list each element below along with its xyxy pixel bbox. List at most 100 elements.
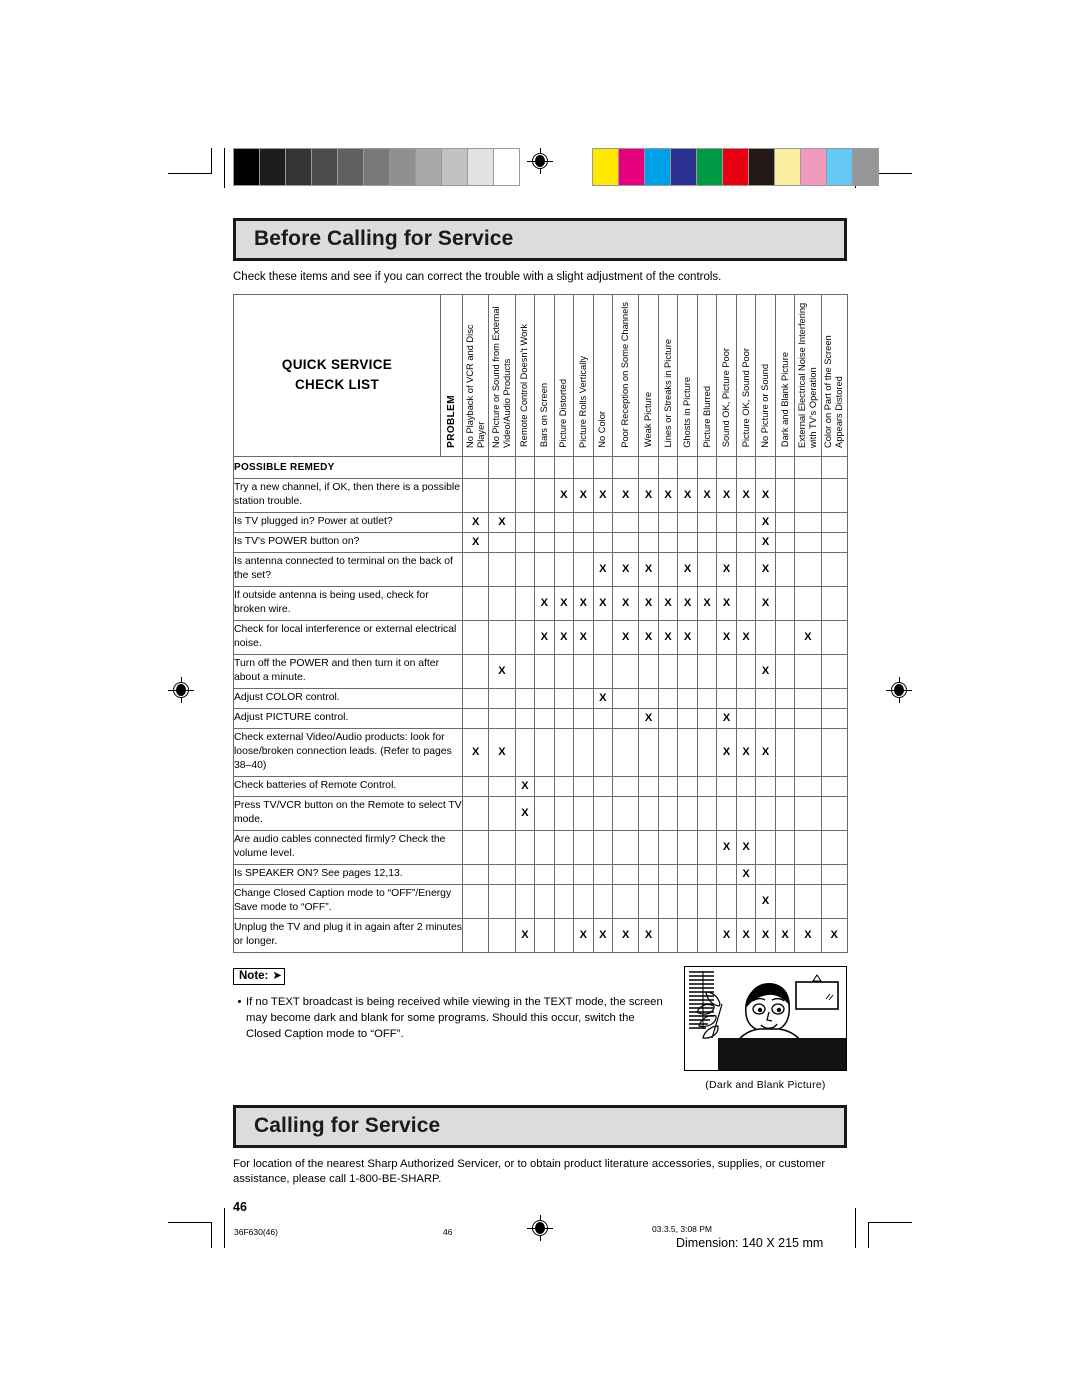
mark-cell-empty — [677, 795, 698, 831]
mark-cell-empty — [657, 775, 679, 797]
color-swatch-9 — [827, 149, 852, 185]
mark-cell-checked: X — [553, 477, 575, 513]
mark-cell-empty — [488, 477, 516, 513]
mark-cell-empty — [820, 619, 848, 655]
mark-cell-checked: X — [755, 531, 776, 553]
page-title: Before Calling for Service — [254, 227, 514, 250]
remedy-cell: Is TV's POWER button on? — [233, 531, 463, 553]
mark-cell-empty — [677, 829, 698, 865]
mark-cell-empty — [735, 531, 757, 553]
mark-cell-checked: X — [553, 619, 575, 655]
subheader-spacer-cell — [794, 455, 822, 479]
mark-cell-empty — [534, 707, 555, 729]
mark-cell-checked: X — [612, 477, 640, 513]
mark-cell-empty — [820, 653, 848, 689]
mark-cell-empty — [553, 653, 575, 689]
table-row: Adjust PICTURE control. X X — [233, 707, 848, 729]
remedy-cell: Turn off the POWER and then turn it on a… — [233, 653, 463, 689]
mark-cell-empty — [774, 653, 796, 689]
mark-cell-empty — [488, 863, 516, 885]
mark-cell-empty — [794, 707, 822, 729]
mark-cell-checked: X — [514, 775, 536, 797]
mark-cell-empty — [461, 619, 490, 655]
remedy-cell: Is SPEAKER ON? See pages 12,13. — [233, 863, 463, 885]
mark-cell-empty — [755, 619, 776, 655]
mark-cell-empty — [774, 551, 796, 587]
grayscale-swatch-5 — [364, 149, 389, 185]
mark-cell-empty — [774, 531, 796, 553]
mark-cell-empty — [696, 795, 718, 831]
mark-cell-empty — [534, 917, 555, 953]
mark-cell-checked: X — [735, 477, 757, 513]
mark-cell-empty — [677, 687, 698, 709]
mark-cell-empty — [573, 531, 594, 553]
color-swatch-0 — [593, 149, 618, 185]
mark-cell-empty — [592, 727, 614, 777]
grayscale-swatch-6 — [390, 149, 415, 185]
mark-cell-empty — [820, 551, 848, 587]
table-row: Change Closed Caption mode to “OFF”/Ener… — [233, 883, 848, 919]
mark-cell-checked: X — [716, 477, 737, 513]
mark-cell-empty — [820, 531, 848, 553]
table-row: Press TV/VCR button on the Remote to sel… — [233, 795, 848, 831]
mark-cell-empty — [735, 653, 757, 689]
mark-cell-empty — [794, 727, 822, 777]
mark-cell-checked: X — [755, 653, 776, 689]
printer-page-number: 46 — [443, 1227, 453, 1237]
mark-cell-empty — [794, 511, 822, 533]
mark-cell-empty — [735, 511, 757, 533]
mark-cell-checked: X — [716, 917, 737, 953]
mark-cell-empty — [488, 917, 516, 953]
mark-cell-empty — [612, 687, 640, 709]
mark-cell-empty — [820, 775, 848, 797]
table-row: Is TV plugged in? Power at outlet? X X X — [233, 511, 848, 533]
grayscale-calibration-strip — [233, 148, 520, 186]
mark-cell-checked: X — [755, 551, 776, 587]
column-header-6: No Color — [592, 293, 614, 457]
remedy-cell: Change Closed Caption mode to “OFF”/Ener… — [233, 883, 463, 919]
mark-cell-empty — [461, 585, 490, 621]
mark-cell-empty — [612, 795, 640, 831]
mark-cell-empty — [774, 829, 796, 865]
column-header-15: Dark and Blank Picture — [774, 293, 796, 457]
subheader-spacer-cell — [488, 455, 516, 479]
mark-cell-empty — [657, 531, 679, 553]
column-header-label: Bars on Screen — [538, 383, 549, 448]
mark-cell-empty — [696, 687, 718, 709]
mark-cell-empty — [592, 863, 614, 885]
mark-cell-checked: X — [488, 511, 516, 533]
column-header-label: No Picture or Sound — [760, 363, 771, 448]
table-row: Is TV's POWER button on? X X — [233, 531, 848, 553]
mark-cell-empty — [514, 653, 536, 689]
mark-cell-empty — [735, 775, 757, 797]
remedy-cell: Press TV/VCR button on the Remote to sel… — [233, 795, 463, 831]
mark-cell-checked: X — [514, 795, 536, 831]
mark-cell-checked: X — [592, 917, 614, 953]
mark-cell-empty — [820, 585, 848, 621]
mark-cell-empty — [461, 775, 490, 797]
mark-cell-empty — [794, 687, 822, 709]
remedy-cell: Check for local interference or external… — [233, 619, 463, 655]
remedy-cell: Is TV plugged in? Power at outlet? — [233, 511, 463, 533]
mark-cell-empty — [553, 727, 575, 777]
mark-cell-empty — [488, 775, 516, 797]
table-subheader-row: POSSIBLE REMEDY — [233, 455, 848, 479]
mark-cell-empty — [534, 531, 555, 553]
mark-cell-empty — [488, 883, 516, 919]
mark-cell-empty — [794, 531, 822, 553]
note-badge: Note: ➤ — [233, 967, 286, 985]
mark-cell-empty — [534, 883, 555, 919]
mark-cell-empty — [696, 863, 718, 885]
table-row: Try a new channel, if OK, then there is … — [233, 477, 848, 513]
mark-cell-empty — [657, 863, 679, 885]
mark-cell-checked: X — [735, 917, 757, 953]
mark-cell-empty — [794, 477, 822, 513]
mark-cell-empty — [716, 687, 737, 709]
mark-cell-checked: X — [735, 727, 757, 777]
mark-cell-empty — [514, 531, 536, 553]
mark-cell-empty — [716, 775, 737, 797]
mark-cell-empty — [534, 829, 555, 865]
mark-cell-empty — [696, 707, 718, 729]
mark-cell-empty — [716, 511, 737, 533]
mark-cell-empty — [657, 917, 679, 953]
